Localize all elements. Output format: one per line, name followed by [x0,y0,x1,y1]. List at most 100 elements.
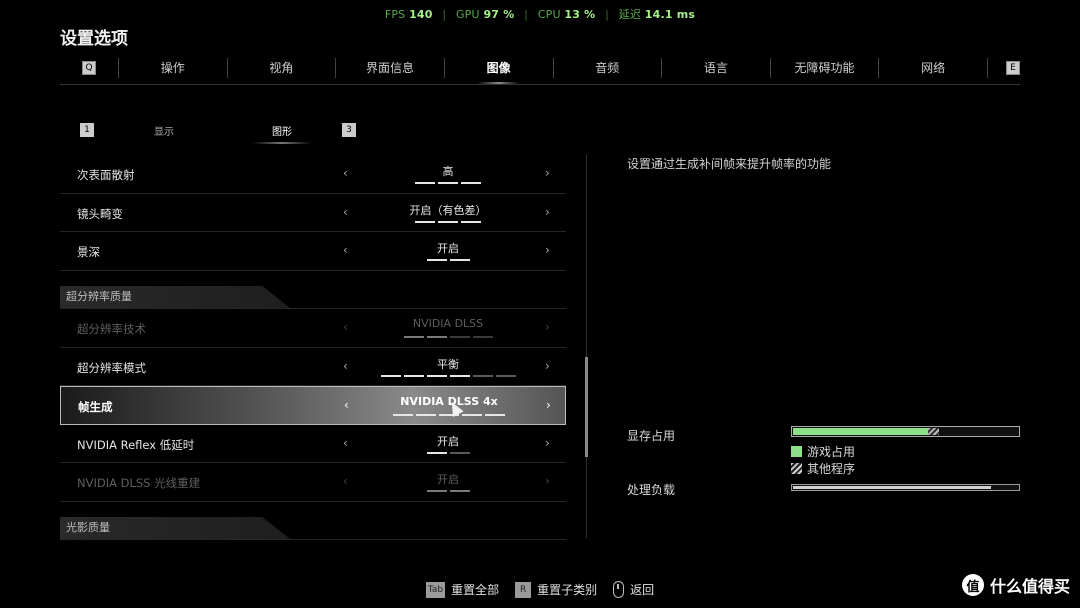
tab-7[interactable]: 网络 [878,58,987,78]
setting-name: 超分辨率技术 [77,322,146,336]
section-title: 光影质量 [66,521,110,534]
setting-name: NVIDIA DLSS 光线重建 [77,476,201,490]
tab-prev-key[interactable]: Q [82,61,96,75]
arrow-left-icon[interactable]: ‹ [343,166,348,180]
setting-row: 超分辨率技术 ‹ NVIDIA DLSS › [60,309,566,348]
option-pip [485,414,505,416]
hint-label: 重置子类别 [537,583,598,597]
arrow-right-icon[interactable]: › [545,243,550,257]
fps-value: 140 [409,8,433,21]
arrow-right-icon[interactable]: › [545,205,550,219]
watermark: 值 什么值得买 [961,573,1070,597]
legend-other-swatch [791,463,802,474]
scrollbar-thumb[interactable] [585,357,588,457]
latency-label: 延迟 [618,8,642,21]
setting-row[interactable]: NVIDIA Reflex 低延时 ‹ 开启 › [60,425,566,463]
sub-tabs: 1 显示 图形 3 [80,121,356,144]
tab-0[interactable]: 操作 [118,58,227,78]
option-pip [403,336,424,338]
subtab-prev-key[interactable]: 1 [80,123,94,137]
arrow-right-icon[interactable]: › [546,398,551,412]
setting-row[interactable]: 超分辨率模式 ‹ 平衡 › [60,348,566,386]
processing-load-label: 处理负载 [627,483,676,497]
gpu-label: GPU [455,8,480,21]
gpu-value: 97 % [483,8,515,21]
settings-list: 次表面散射 ‹ 高 › 镜头畸变 ‹ 开启（有色差） › 景深 ‹ 开启 › 超分辨率质量 超分辨率技术 ‹… [60,155,566,540]
cpu-value: 13 % [564,8,596,21]
option-pip [416,414,436,416]
option-indicator [353,182,543,184]
option-pip [403,374,424,377]
tab-4[interactable]: 音频 [552,58,662,78]
arrow-left-icon[interactable]: ‹ [343,205,348,219]
option-pip [415,220,435,223]
hint-1[interactable]: R 重置子类别 [515,581,597,598]
option-pip [449,374,470,377]
arrow-right-icon: › [545,320,550,334]
tab-6[interactable]: 无障碍功能 [769,58,879,78]
hint-label: 重置全部 [451,583,500,597]
setting-name: NVIDIA Reflex 低延时 [77,437,195,452]
setting-value: 开启（有色差） [409,203,487,217]
fps-label: FPS [384,8,406,21]
setting-value: NVIDIA DLSS [412,317,484,330]
option-pip [495,374,516,377]
separator: | [524,8,529,21]
arrow-left-icon[interactable]: ‹ [344,398,349,412]
setting-row[interactable]: 景深 ‹ 开启 › [60,232,566,271]
arrow-left-icon[interactable]: ‹ [343,436,348,450]
tab-5[interactable]: 语言 [661,58,770,78]
setting-name: 镜头畸变 [77,206,123,221]
setting-name: 景深 [77,245,100,259]
option-indicator [353,336,543,338]
bottom-hints: Tab 重置全部 R 重置子类别 返回 [0,581,1080,598]
performance-overlay: FPS 140 | GPU 97 % | CPU 13 % | 延迟 14.1 … [0,6,1080,22]
setting-row[interactable]: 次表面散射 ‹ 高 › [60,155,566,194]
legend-other: 其他程序 [791,460,855,477]
tab-2[interactable]: 界面信息 [335,58,444,78]
tab-next-key[interactable]: E [1006,61,1020,75]
key-r: R [515,581,532,598]
vram-usage-bar [791,426,1020,437]
hint-label: 返回 [630,583,655,597]
legend-other-label: 其他程序 [807,462,856,476]
option-pip [415,182,435,184]
processing-load-bar [791,484,1020,491]
arrow-left-icon[interactable]: ‹ [343,243,348,257]
tab-3[interactable]: 图像 [443,58,553,84]
subtab-1[interactable]: 图形 [252,123,312,144]
hint-0[interactable]: Tab 重置全部 [425,581,500,598]
subtab-0[interactable]: 显示 [154,123,174,138]
setting-row[interactable]: 帧生成 ‹ NVIDIA DLSS 4x › [60,386,566,425]
option-pip [449,451,470,454]
setting-value: 平衡 [437,357,459,371]
arrow-left-icon[interactable]: ‹ [343,359,348,373]
hint-2[interactable]: 返回 [613,581,654,598]
panel-divider [586,155,587,538]
setting-name: 超分辨率模式 [77,360,146,375]
setting-row[interactable]: 镜头畸变 ‹ 开启（有色差） › [60,194,566,232]
arrow-right-icon[interactable]: › [545,436,550,450]
arrow-right-icon[interactable]: › [545,359,550,373]
option-indicator [353,490,543,492]
cpu-label: CPU [537,8,561,21]
option-pip [461,182,481,184]
section-title: 超分辨率质量 [66,290,132,303]
setting-name: 次表面散射 [77,168,135,182]
subtab-next-key[interactable]: 3 [342,123,356,137]
setting-value: 开启 [437,242,459,255]
option-indicator [353,259,543,261]
legend-game-label: 游戏占用 [807,445,856,459]
option-pip [426,374,447,377]
option-pip [426,490,447,492]
arrow-right-icon[interactable]: › [545,166,550,180]
option-pip [380,374,401,377]
page-title: 设置选项 [60,29,128,49]
tab-1[interactable]: 视角 [226,58,336,78]
section-header: 超分辨率质量 [60,271,566,309]
arrow-right-icon: › [545,474,550,488]
option-pip [426,259,447,261]
watermark-logo-icon: 值 [961,574,984,596]
setting-name: 帧生成 [78,400,113,414]
arrow-left-icon: ‹ [343,474,348,488]
